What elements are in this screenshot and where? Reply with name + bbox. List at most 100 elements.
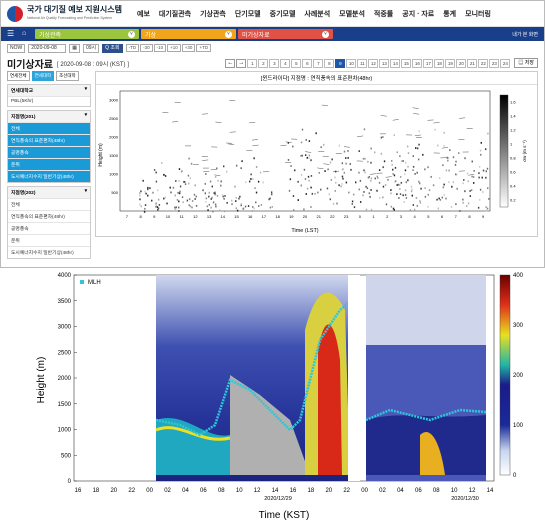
collapse-icon[interactable]: ▾: [85, 113, 87, 120]
hour-select[interactable]: 09시: [82, 43, 100, 53]
time-step-button[interactable]: -10: [153, 44, 167, 52]
hour-tab[interactable]: 5: [291, 58, 302, 68]
data-point: [443, 183, 445, 186]
x-tick-label: 08: [218, 488, 225, 494]
hour-tab[interactable]: 6: [302, 58, 313, 68]
menu-item[interactable]: 모니터링: [465, 9, 491, 19]
sidebar-tab[interactable]: 조선대학: [56, 71, 79, 81]
collapse-icon[interactable]: ▾: [85, 189, 87, 196]
breadcrumb-item[interactable]: 기상관측 ˅: [35, 29, 139, 39]
data-point: [163, 197, 165, 200]
sidebar-item[interactable]: 연직풍속의 표준편차(48hr): [8, 210, 90, 222]
hour-tab[interactable]: 21: [467, 58, 478, 68]
menu-item[interactable]: 사례분석: [304, 9, 330, 19]
hour-tab[interactable]: 8: [324, 58, 335, 68]
hour-tab[interactable]: 3: [269, 58, 280, 68]
sidebar-item[interactable]: 운위: [8, 234, 90, 246]
menu-item[interactable]: 단기모델: [235, 9, 261, 19]
save-button[interactable]: ▤ 저장: [514, 58, 538, 68]
data-point: [477, 206, 480, 209]
data-point: [182, 201, 184, 204]
data-point: [144, 204, 147, 206]
collapse-icon[interactable]: ▾: [85, 87, 87, 94]
time-step-button[interactable]: +10: [167, 44, 181, 52]
hour-tab[interactable]: 1: [247, 58, 258, 68]
sidebar-tab[interactable]: 연세대학: [31, 71, 55, 81]
hour-tab[interactable]: 4: [280, 58, 291, 68]
hour-tab[interactable]: 18: [434, 58, 445, 68]
hour-tab[interactable]: 7: [313, 58, 324, 68]
menu-item[interactable]: 기상관측: [200, 9, 226, 19]
recent-view-link[interactable]: 내가 본 화면: [512, 31, 538, 38]
data-point: [396, 184, 398, 186]
site-logo[interactable]: 국가 대기질 예보 지원시스템 National Air Quality Fore…: [7, 5, 125, 23]
sidebar-item[interactable]: 운위: [8, 158, 90, 170]
hour-tab[interactable]: 22: [478, 58, 489, 68]
data-point: [452, 156, 455, 159]
data-point: [206, 205, 208, 208]
data-point: [404, 169, 407, 172]
hour-tab[interactable]: 2: [258, 58, 269, 68]
hamburger-menu-icon[interactable]: ☰: [7, 29, 19, 39]
breadcrumb-item[interactable]: 기상 ˅: [141, 29, 236, 39]
hour-tab[interactable]: 10: [346, 58, 357, 68]
sidebar-tab[interactable]: 연세전체: [7, 71, 30, 81]
menu-item[interactable]: 적중률: [374, 9, 393, 19]
menu-item[interactable]: 통계: [443, 9, 456, 19]
hour-tab[interactable]: 20: [456, 58, 467, 68]
search-button[interactable]: Q 조회: [102, 43, 123, 53]
sidebar-item[interactable]: 전체: [8, 122, 90, 134]
hour-tab[interactable]: 23: [489, 58, 500, 68]
sidebar-item[interactable]: 도시예너지수지 일반기상(48hr): [8, 246, 90, 258]
group-title: 연세대학교: [11, 89, 34, 94]
breadcrumb-item[interactable]: 미기상자료 ˅: [238, 29, 333, 39]
next-arrow-icon[interactable]: →: [236, 58, 247, 68]
y-tick-label: 1000: [109, 172, 119, 177]
sidebar-item[interactable]: 공명풍속: [8, 222, 90, 234]
data-point: [366, 187, 369, 190]
hour-tab[interactable]: 9: [335, 58, 346, 68]
data-point: [178, 168, 181, 170]
now-button[interactable]: NOW: [7, 43, 26, 53]
hour-tab[interactable]: 19: [445, 58, 456, 68]
data-point: [181, 196, 184, 199]
data-point: [195, 195, 197, 198]
prev-arrow-icon[interactable]: ←: [225, 58, 236, 68]
hour-tab[interactable]: 11: [357, 58, 368, 68]
data-point: [303, 168, 306, 171]
time-step-button[interactable]: -30: [140, 44, 153, 52]
data-point: [419, 200, 421, 202]
hour-tab[interactable]: 15: [401, 58, 412, 68]
sidebar-item[interactable]: 공명풍속: [8, 146, 90, 158]
calendar-icon[interactable]: ▦: [69, 43, 80, 53]
sidebar-item[interactable]: 도시예너지수지 일반기상(48hr): [8, 170, 90, 182]
sidebar-item[interactable]: PBL(5Khr): [8, 96, 90, 106]
menu-item[interactable]: 중기모델: [270, 9, 296, 19]
data-point: [248, 180, 251, 183]
hour-tab[interactable]: 12: [368, 58, 379, 68]
hour-tab[interactable]: 14: [390, 58, 401, 68]
data-point: [252, 178, 254, 181]
time-step-button[interactable]: +TD: [196, 44, 212, 52]
menu-item[interactable]: 모델분석: [339, 9, 365, 19]
sidebar-item[interactable]: 연직풍속의 표준편차(48hr): [8, 134, 90, 146]
x-tick-label: 02: [379, 488, 386, 494]
data-point: [271, 206, 274, 208]
date-input[interactable]: 2020-09-08: [28, 43, 67, 53]
time-step-button[interactable]: -TD: [125, 44, 140, 52]
data-point: [478, 172, 480, 175]
sidebar-item[interactable]: 전체: [8, 198, 90, 210]
data-point: [179, 190, 181, 193]
data-point: [464, 157, 466, 160]
hour-tab[interactable]: 17: [423, 58, 434, 68]
menu-item[interactable]: 공지 · 자료: [402, 9, 434, 19]
home-icon[interactable]: ⌂: [22, 29, 32, 39]
hour-tab[interactable]: 13: [379, 58, 390, 68]
data-point: [465, 205, 468, 208]
hour-tab[interactable]: 24: [500, 58, 511, 68]
hour-tab[interactable]: 16: [412, 58, 423, 68]
data-point: [235, 200, 237, 202]
menu-item[interactable]: 예보: [137, 9, 150, 19]
menu-item[interactable]: 대기질관측: [159, 9, 191, 19]
time-step-button[interactable]: +30: [181, 44, 196, 52]
